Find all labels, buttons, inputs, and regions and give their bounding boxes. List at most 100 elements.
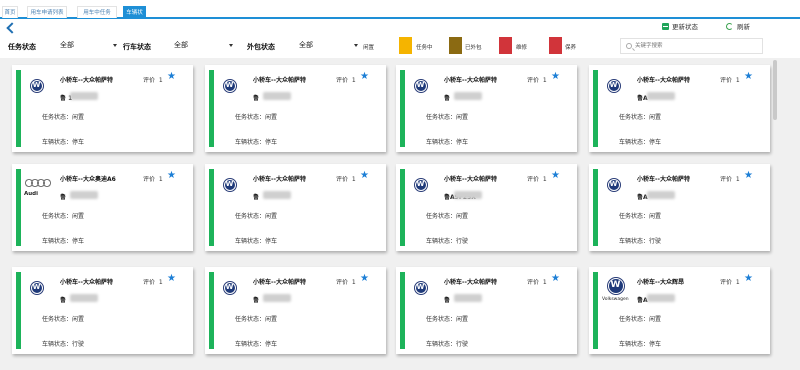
- task-status-row: 任务状态：闲置: [235, 211, 277, 220]
- task-status-row: 任务状态：闲置: [42, 211, 84, 220]
- vehicle-status-prefix: 车辆状态：: [42, 341, 73, 348]
- star-icon: ★: [167, 273, 176, 284]
- vehicle-card[interactable]: 小轿车--大众帕萨特评价 1★鲁A任务状态：闲置车辆状态：停车: [589, 65, 770, 152]
- rating-value: 1: [735, 77, 740, 84]
- vehicle-status-prefix: 车辆状态：: [619, 238, 650, 245]
- vehicle-status-prefix: 车辆状态：: [42, 139, 73, 146]
- vehicle-title: 小轿车--大众帕萨特: [444, 77, 497, 84]
- vehicle-status-value: 停车: [649, 139, 662, 146]
- plate-number: 鲁: [253, 297, 260, 304]
- legend-swatch-maintenance: [549, 37, 562, 54]
- vehicle-title: 小轿车--大众帕萨特: [444, 279, 497, 286]
- vehicle-status-value: 停车: [72, 238, 85, 245]
- search-icon: [626, 43, 632, 49]
- tab-in-use-tasks[interactable]: 用车中任务: [77, 6, 117, 18]
- tab-bar: 首页 用车申请列表 用车中任务 车辆状况: [0, 6, 800, 28]
- vehicle-card[interactable]: 小轿车--大众帕萨特 评价 1 ★ 鲁任务状态：闲置车辆状态：行驶: [12, 267, 193, 354]
- legend-in-task-label: 任务中: [416, 45, 433, 51]
- task-status-row: 任务状态：闲置: [426, 211, 468, 220]
- search-input[interactable]: [635, 41, 755, 51]
- vehicle-card[interactable]: 小轿车--大众帕萨特评价 1★鲁A任务状态：闲置车辆状态：行驶: [589, 164, 770, 251]
- star-icon: ★: [744, 71, 753, 82]
- status-bar: [209, 169, 214, 246]
- task-status-prefix: 任务状态：: [426, 213, 457, 220]
- vehicle-status-value: 停车: [265, 341, 278, 348]
- rating-value: 1: [351, 279, 356, 286]
- vehicle-status-prefix: 车辆状态：: [426, 139, 457, 146]
- task-status-row: 任务状态：闲置: [619, 211, 661, 220]
- vehicle-status-row: 车辆状态：停车: [42, 137, 84, 146]
- vw-icon: [223, 79, 237, 93]
- vehicle-status-prefix: 车辆状态：: [235, 139, 266, 146]
- vehicle-status-value: 停车: [456, 139, 469, 146]
- rating-label: 评价: [720, 77, 733, 84]
- vehicle-title: 小轿车--大众奥迪A6: [60, 176, 116, 183]
- task-status-value: 闲置: [265, 213, 278, 220]
- update-icon: [662, 23, 669, 30]
- vehicle-status-value: 行驶: [649, 238, 662, 245]
- vehicle-card[interactable]: Audi 小轿车--大众奥迪A6 评价 1 ★ 鲁任务状态：闲置 车辆状态：停车: [12, 164, 193, 251]
- status-bar: [593, 272, 598, 349]
- vehicle-grid: 小轿车--大众帕萨特评价 1★鲁 1任务状态：闲置车辆状态：停车小轿车--大众帕…: [0, 58, 800, 370]
- vehicle-title: 小轿车--大众帕萨特: [60, 77, 113, 84]
- vw-icon: [223, 178, 237, 192]
- vehicle-card[interactable]: 小轿车--大众帕萨特 评价 1 ★ 鲁任务状态：闲置车辆状态：停车: [205, 164, 386, 251]
- vehicle-status-value: 停车: [265, 238, 278, 245]
- tab-home[interactable]: 首页: [2, 6, 18, 18]
- rating-label: 评价: [336, 77, 349, 84]
- task-status-prefix: 任务状态：: [235, 213, 266, 220]
- vehicle-status-value: 行驶: [72, 341, 85, 348]
- rating: 评价 1: [527, 174, 547, 183]
- refresh-button[interactable]: 刷新: [726, 22, 750, 32]
- tab-vehicle-status[interactable]: 车辆状况: [123, 6, 146, 28]
- vehicle-card[interactable]: 小轿车--大众帕萨特评价 1★鲁 1任务状态：闲置车辆状态：停车: [12, 65, 193, 152]
- update-status-button[interactable]: 更新状态: [662, 22, 698, 32]
- rating-label: 评价: [336, 279, 349, 286]
- task-status-row: 任务状态：闲置: [235, 112, 277, 121]
- outsource-status-select[interactable]: 全部: [299, 38, 359, 52]
- task-status-prefix: 任务状态：: [42, 114, 73, 121]
- vehicle-title: 小轿车--大众帕萨特: [60, 279, 113, 286]
- vehicle-card[interactable]: 小轿车--大众帕萨特 评价 1 ★ 鲁任务状态：闲置车辆状态：停车: [205, 65, 386, 152]
- chevron-down-icon: [354, 44, 358, 47]
- drive-status-select[interactable]: 全部: [174, 38, 234, 52]
- status-bar: [209, 70, 214, 147]
- back-arrow-icon[interactable]: [5, 21, 15, 35]
- task-status-select[interactable]: 全部: [60, 38, 120, 52]
- tab-car-request-list[interactable]: 用车申请列表: [27, 6, 67, 18]
- rating-value: 1: [542, 77, 547, 84]
- task-status-prefix: 任务状态：: [235, 114, 266, 121]
- task-status-prefix: 任务状态：: [42, 213, 73, 220]
- vehicle-status-value: 停车: [265, 139, 278, 146]
- status-bar: [16, 169, 21, 246]
- vw-icon: [30, 281, 44, 295]
- star-icon: ★: [360, 170, 369, 181]
- rating-value: 1: [351, 176, 356, 183]
- task-status-value: 闲置: [456, 114, 469, 121]
- vw-icon: [414, 281, 428, 295]
- plate-redaction: [454, 191, 482, 199]
- vehicle-card[interactable]: Volkswagen小轿车--大众辉昂评价 1★鲁A任务状态：闲置车辆状态：停车: [589, 267, 770, 354]
- vehicle-status-value: 行驶: [456, 238, 469, 245]
- vehicle-status-row: 车辆状态：行驶: [619, 236, 661, 245]
- task-status-row: 任务状态：闲置: [42, 314, 84, 323]
- rating-value: 1: [158, 176, 163, 183]
- vehicle-card[interactable]: 小轿车--大众帕萨特 评价 1 ★ 鲁任务状态：闲置车辆状态：停车: [396, 65, 577, 152]
- vehicle-card[interactable]: 小轿车--大众帕萨特 评价 1 ★ 鲁任务状态：闲置车辆状态：行驶: [396, 267, 577, 354]
- rating-value: 1: [542, 279, 547, 286]
- search-box[interactable]: [620, 38, 763, 54]
- task-status-value: 闲置: [649, 316, 662, 323]
- plate-number: 鲁: [444, 297, 451, 304]
- audi-icon: [24, 178, 54, 190]
- scrollbar-thumb[interactable]: [773, 60, 777, 120]
- star-icon: ★: [167, 170, 176, 181]
- plate-redaction: [70, 92, 98, 100]
- vehicle-card[interactable]: 小轿车--大众帕萨特 评价 1 ★ 鲁任务状态：闲置车辆状态：停车: [205, 267, 386, 354]
- vehicle-card[interactable]: 小轿车--大众帕萨特评价 1★鲁A9F25X任务状态：闲置车辆状态：行驶: [396, 164, 577, 251]
- task-status-value: 闲置: [72, 114, 85, 121]
- rating-label: 评价: [143, 176, 156, 183]
- vehicle-status-row: 车辆状态：停车: [235, 339, 277, 348]
- plate-number: 鲁: [60, 297, 67, 304]
- vw-icon: [223, 281, 237, 295]
- task-status-prefix: 任务状态：: [426, 114, 457, 121]
